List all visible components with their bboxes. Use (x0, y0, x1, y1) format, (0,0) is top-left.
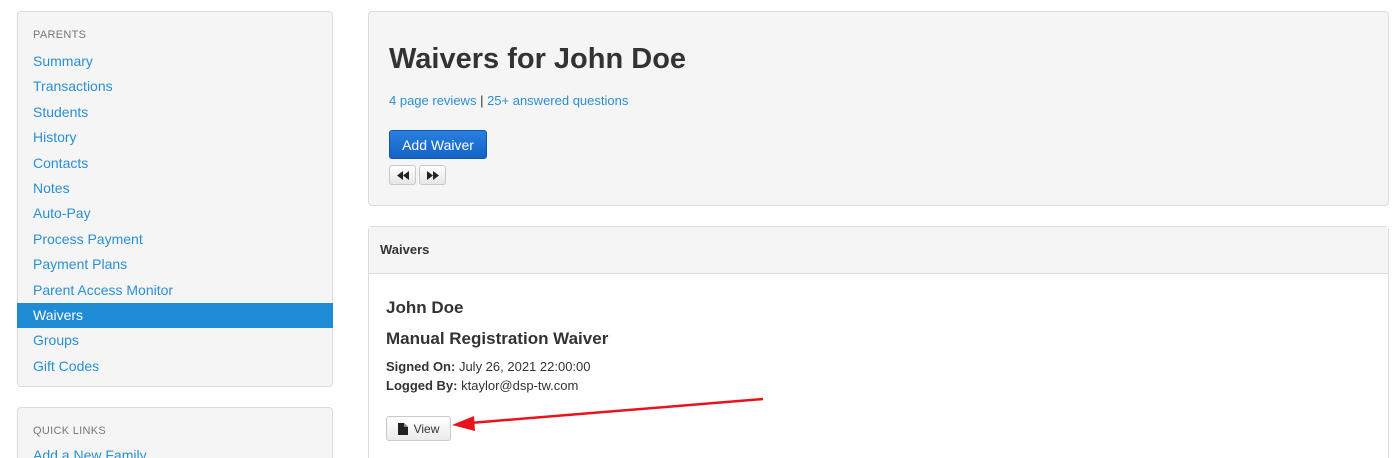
signed-on-value: July 26, 2021 22:00:00 (455, 359, 591, 374)
signed-on-label: Signed On: (386, 359, 456, 374)
previous-button[interactable] (389, 165, 416, 185)
sidebar-item-summary[interactable]: Summary (17, 49, 333, 74)
sidebar-item-gift-codes[interactable]: Gift Codes (17, 354, 333, 379)
logged-by-value: ktaylor@dsp-tw.com (457, 378, 579, 393)
page-reviews-link[interactable]: 4 page reviews (389, 93, 476, 108)
review-links: 4 page reviews | 25+ answered questions (389, 93, 628, 108)
pager-controls (389, 165, 446, 185)
sidebar-item-process-payment[interactable]: Process Payment (17, 227, 333, 252)
view-waiver-button[interactable]: View (386, 416, 451, 441)
waivers-panel-heading: Waivers (369, 227, 1388, 274)
parents-heading: PARENTS (33, 29, 87, 41)
document-icon (397, 422, 408, 435)
page-header-panel: Waivers for John Doe 4 page reviews | 25… (368, 11, 1389, 206)
view-button-label: View (413, 421, 440, 436)
quick-links-list: Add a New Family (33, 446, 147, 458)
sidebar-item-parent-access-monitor[interactable]: Parent Access Monitor (17, 278, 333, 303)
add-waiver-button[interactable]: Add Waiver (389, 130, 487, 159)
waiver-student-name: John Doe (386, 298, 464, 317)
quick-links-heading: QUICK LINKS (33, 425, 106, 437)
page-title: Waivers for John Doe (389, 43, 687, 75)
double-left-arrow-icon (396, 170, 409, 180)
logged-by-line: Logged By: ktaylor@dsp-tw.com (386, 378, 578, 393)
logged-by-label: Logged By: (386, 378, 458, 393)
next-button[interactable] (419, 165, 446, 185)
sidebar-item-history[interactable]: History (17, 125, 333, 150)
parents-sidebar-panel: PARENTS Summary Transactions Students Hi… (17, 11, 333, 387)
answered-questions-link[interactable]: 25+ answered questions (487, 93, 628, 108)
waivers-panel: Waivers John Doe Manual Registration Wai… (368, 226, 1389, 458)
sidebar-item-transactions[interactable]: Transactions (17, 74, 333, 99)
sidebar-item-contacts[interactable]: Contacts (17, 151, 333, 176)
sidebar-item-groups[interactable]: Groups (17, 328, 333, 353)
double-right-arrow-icon (426, 170, 439, 180)
parents-nav-list: Summary Transactions Students History Co… (17, 49, 333, 379)
review-links-separator: | (476, 93, 488, 108)
sidebar-item-auto-pay[interactable]: Auto-Pay (17, 201, 333, 226)
sidebar-item-payment-plans[interactable]: Payment Plans (17, 252, 333, 277)
sidebar-item-students[interactable]: Students (17, 100, 333, 125)
sidebar-item-notes[interactable]: Notes (17, 176, 333, 201)
quick-links-panel: QUICK LINKS Add a New Family (17, 407, 333, 458)
signed-on-line: Signed On: July 26, 2021 22:00:00 (386, 359, 591, 374)
sidebar-item-waivers[interactable]: Waivers (17, 302, 333, 329)
quick-link-add-new-family[interactable]: Add a New Family (33, 446, 147, 458)
waiver-title: Manual Registration Waiver (386, 329, 609, 348)
